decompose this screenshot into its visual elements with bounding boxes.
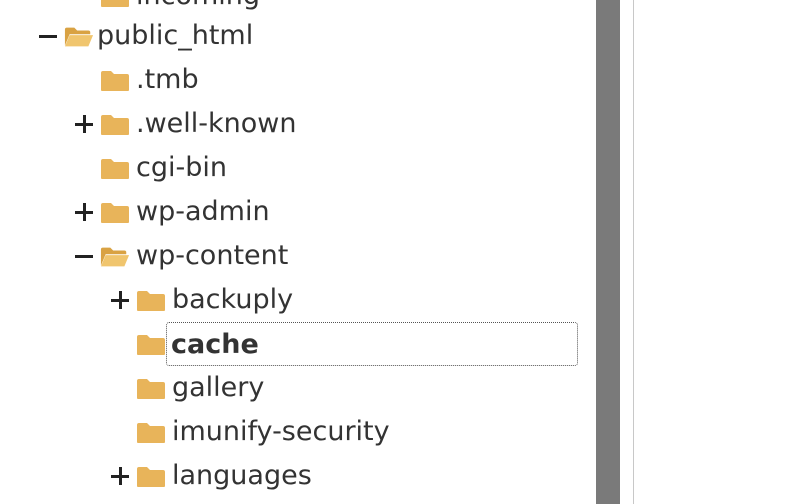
tree-node-tmb[interactable]: .tmb bbox=[0, 60, 596, 100]
tree-node-label-selected: cache bbox=[166, 322, 578, 366]
folder-closed-icon bbox=[101, 203, 129, 223]
collapse-icon[interactable] bbox=[74, 246, 94, 266]
tree-node-imunify-security[interactable]: imunify-security bbox=[0, 412, 596, 452]
collapse-icon[interactable] bbox=[38, 26, 58, 46]
tree-node-label: cgi-bin bbox=[136, 152, 227, 183]
folder-closed-icon bbox=[137, 467, 165, 487]
folder-closed-icon bbox=[101, 115, 129, 135]
folder-closed-icon bbox=[101, 159, 129, 179]
tree-node-label: languages bbox=[172, 460, 312, 491]
tree-scrollbar[interactable] bbox=[596, 0, 620, 504]
tree-node-label: .tmb bbox=[136, 64, 199, 95]
tree-node-public-html[interactable]: public_html bbox=[0, 16, 596, 56]
tree-node-label: wp-content bbox=[136, 240, 289, 271]
folder-tree: incoming public_html .tmb .well-known cg… bbox=[0, 0, 596, 504]
tree-node-label: backuply bbox=[172, 284, 294, 315]
folder-open-icon bbox=[100, 247, 130, 267]
tree-node-cache[interactable]: cache bbox=[0, 322, 596, 366]
tree-node-gallery[interactable]: gallery bbox=[0, 368, 596, 408]
tree-node-label: incoming bbox=[136, 0, 260, 16]
tree-node-label: .well-known bbox=[136, 108, 297, 139]
file-list-pane bbox=[634, 0, 792, 504]
tree-node-languages[interactable]: languages bbox=[0, 456, 596, 496]
folder-closed-icon bbox=[101, 0, 129, 7]
tree-node-label: imunify-security bbox=[172, 416, 390, 447]
tree-node-well-known[interactable]: .well-known bbox=[0, 104, 596, 144]
folder-closed-icon bbox=[137, 291, 165, 311]
tree-node-cgi-bin[interactable]: cgi-bin bbox=[0, 148, 596, 188]
tree-node-wp-admin[interactable]: wp-admin bbox=[0, 192, 596, 232]
tree-node-wp-content[interactable]: wp-content bbox=[0, 236, 596, 276]
expand-icon[interactable] bbox=[74, 114, 94, 134]
folder-closed-icon bbox=[101, 71, 129, 91]
expand-icon[interactable] bbox=[74, 202, 94, 222]
expand-icon[interactable] bbox=[110, 466, 130, 486]
tree-node-backuply[interactable]: backuply bbox=[0, 280, 596, 320]
folder-open-icon bbox=[64, 27, 94, 47]
folder-closed-icon bbox=[137, 423, 165, 443]
tree-node-label: gallery bbox=[172, 372, 265, 403]
folder-closed-icon bbox=[137, 335, 165, 355]
tree-node-label: public_html bbox=[97, 20, 254, 51]
folder-closed-icon bbox=[137, 379, 165, 399]
tree-node-incoming[interactable]: incoming bbox=[0, 0, 596, 16]
expand-icon[interactable] bbox=[110, 290, 130, 310]
tree-node-label: wp-admin bbox=[136, 196, 270, 227]
